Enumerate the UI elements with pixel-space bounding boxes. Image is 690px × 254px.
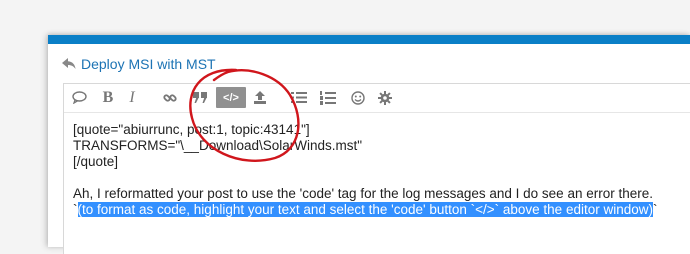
composer-panel: Deploy MSI with MST B I </> [quote="abiu… — [48, 35, 690, 254]
numbered-list-icon[interactable] — [315, 87, 341, 108]
backtick-close: ` — [652, 202, 658, 217]
editor-line: [/quote] — [73, 154, 119, 169]
topic-title[interactable]: Deploy MSI with MST — [81, 56, 216, 72]
bold-button[interactable]: B — [95, 87, 121, 108]
editor-line: Ah, I reformatted your post to use the '… — [73, 186, 653, 201]
editor-line-selection: `(to format as code, highlight your text… — [73, 202, 690, 218]
quote-icon[interactable] — [187, 87, 213, 108]
emoji-bubble-icon[interactable] — [66, 87, 92, 108]
composer-editor: B I </> [quote="abiurrunc, post:1, topic… — [63, 83, 690, 254]
editor-toolbar: B I </> — [64, 84, 690, 113]
bullet-list-icon[interactable] — [286, 87, 312, 108]
upload-icon[interactable] — [247, 87, 273, 108]
editor-textarea[interactable]: [quote="abiurrunc, post:1, topic:43141"]… — [73, 122, 690, 218]
emoji-icon[interactable] — [345, 87, 371, 108]
gear-icon[interactable] — [372, 87, 398, 108]
reply-arrow-icon — [62, 58, 76, 70]
editor-blank-line — [73, 170, 690, 186]
italic-button[interactable]: I — [119, 87, 145, 108]
editor-line: [quote="abiurrunc, post:1, topic:43141"] — [73, 122, 310, 137]
selected-text: (to format as code, highlight your text … — [77, 202, 653, 217]
composer-top-bar — [48, 35, 690, 44]
backtick-open: ` — [73, 202, 78, 217]
code-icon-label: </> — [223, 91, 239, 104]
editor-line: TRANSFORMS="\__Download\SolarWinds.mst" — [73, 138, 363, 153]
link-icon[interactable] — [157, 87, 183, 108]
code-icon[interactable]: </> — [216, 87, 246, 108]
reply-to-topic-link[interactable]: Deploy MSI with MST — [62, 55, 216, 73]
